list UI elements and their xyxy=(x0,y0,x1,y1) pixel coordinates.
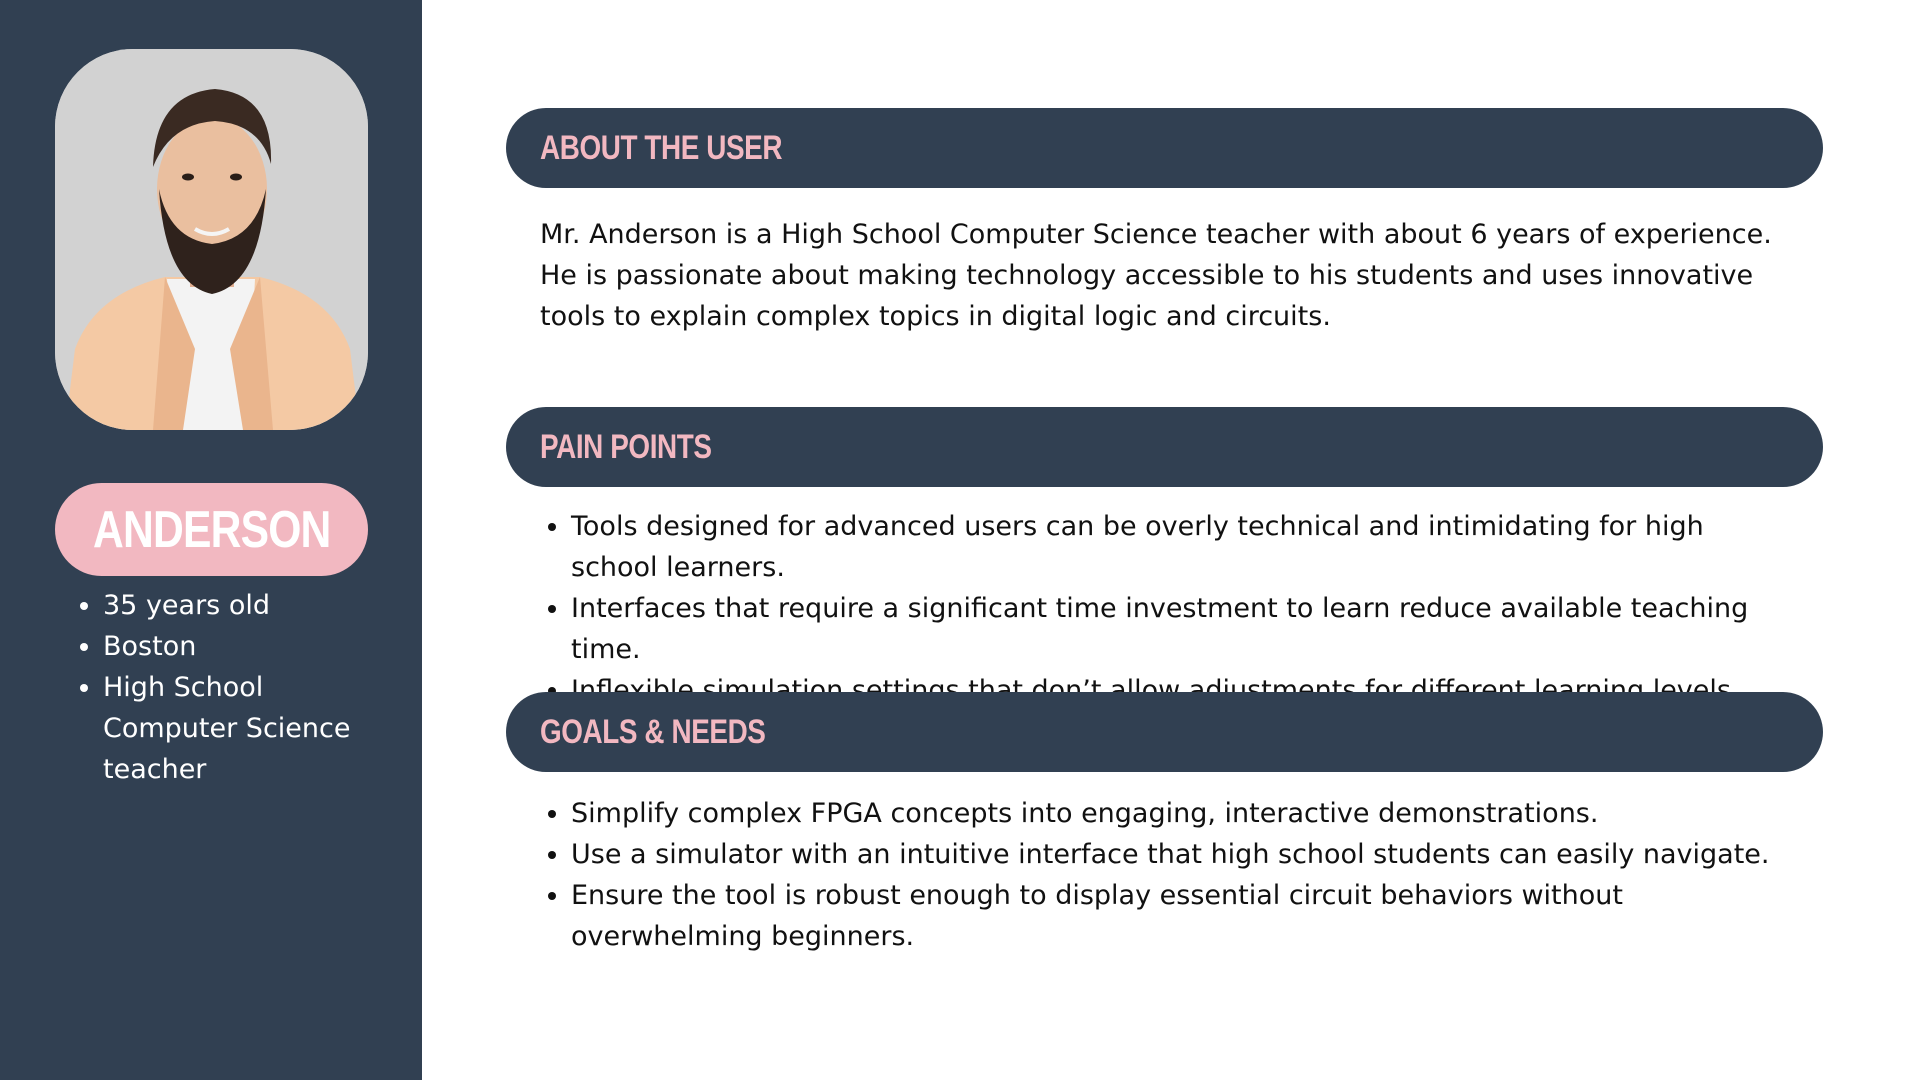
goals-section-title: GOALS & NEEDS xyxy=(540,712,766,751)
name-badge: ANDERSON xyxy=(55,483,368,576)
goal-item: Ensure the tool is robust enough to disp… xyxy=(548,875,1786,957)
goals-list: Simplify complex FPGA concepts into enga… xyxy=(548,793,1786,957)
profile-photo xyxy=(55,49,368,430)
fact-age: 35 years old xyxy=(80,585,383,626)
pain-point-item: Interfaces that require a significant ti… xyxy=(548,588,1786,670)
fact-location: Boston xyxy=(80,626,383,667)
person-portrait-icon xyxy=(55,49,368,430)
goals-section-header: GOALS & NEEDS xyxy=(506,692,1823,772)
pain-points-list: Tools designed for advanced users can be… xyxy=(548,506,1786,711)
profile-facts-list: 35 years old Boston High School Computer… xyxy=(80,585,383,790)
goal-item: Simplify complex FPGA concepts into enga… xyxy=(548,793,1786,834)
persona-page: ANDERSON 35 years old Boston High School… xyxy=(0,0,1920,1080)
about-section-header: ABOUT THE USER xyxy=(506,108,1823,188)
about-description: Mr. Anderson is a High School Computer S… xyxy=(540,219,1772,332)
pain-points-section-header: PAIN POINTS xyxy=(506,407,1823,487)
pain-points-section-title: PAIN POINTS xyxy=(540,427,712,466)
profile-sidebar: ANDERSON 35 years old Boston High School… xyxy=(0,0,422,1080)
persona-name: ANDERSON xyxy=(92,500,331,559)
fact-occupation: High School Computer Science teacher xyxy=(80,667,383,790)
about-section-title: ABOUT THE USER xyxy=(540,128,783,167)
pain-point-item: Tools designed for advanced users can be… xyxy=(548,506,1786,588)
goal-item: Use a simulator with an intuitive interf… xyxy=(548,834,1786,875)
